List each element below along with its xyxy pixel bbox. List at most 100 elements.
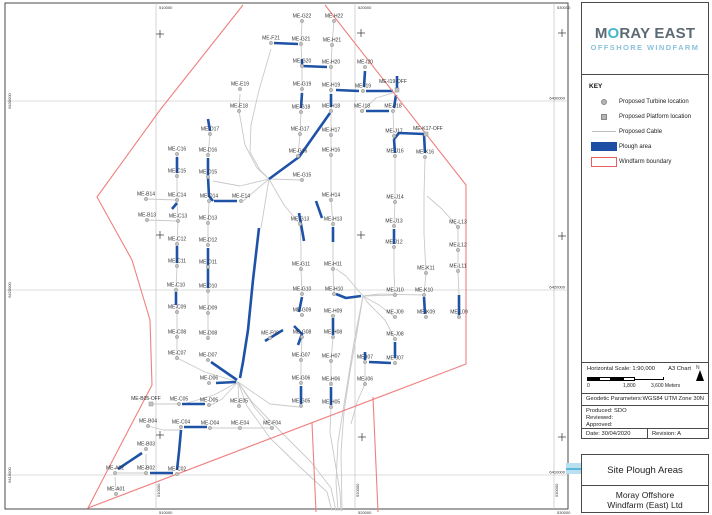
company-line2: Windfarm (East) Ltd xyxy=(607,500,683,510)
turbine-label: ME-H22 xyxy=(325,14,344,20)
turbine-label: ME-G17 xyxy=(291,127,310,133)
turbine-marker xyxy=(393,200,396,203)
turbine-marker xyxy=(363,360,366,363)
turbine-marker xyxy=(300,313,303,316)
chart-title: Site Plough Areas xyxy=(582,455,708,486)
turbine-marker xyxy=(392,224,395,227)
cable-line-icon xyxy=(592,131,616,132)
turbine-label: ME-H20 xyxy=(322,60,341,66)
turbine-label: ME-J12 xyxy=(385,240,402,246)
scale-bar xyxy=(587,377,664,381)
turbine-marker xyxy=(300,87,303,90)
turbine-label: ME-H05 xyxy=(322,400,341,406)
turbine-marker xyxy=(424,271,427,274)
turbine-label: ME-B13 xyxy=(138,213,156,219)
turbine-label: ME-K11 xyxy=(417,266,435,272)
turbine-label: ME-L12 xyxy=(449,243,467,249)
plough-area-segment xyxy=(336,90,359,91)
turbine-marker xyxy=(299,404,302,407)
turbine-label: ME-G16 xyxy=(289,149,308,155)
turbine-marker xyxy=(363,382,366,385)
turbine-label: ME-B02 xyxy=(137,466,155,472)
turbine-marker xyxy=(299,267,302,270)
turbine-marker xyxy=(113,471,116,474)
platform-label: ME-K17-OFF xyxy=(413,126,443,132)
key-label: Windfarm boundary xyxy=(619,159,671,165)
turbine-label: ME-G10 xyxy=(293,287,312,293)
turbine-marker xyxy=(146,424,149,427)
turbine-marker xyxy=(331,314,334,317)
turbine-label: ME-L09 xyxy=(450,310,468,316)
date-revision-row: Date: 30/04/2020 Revision: A xyxy=(582,428,708,439)
turbine-marker xyxy=(175,472,178,475)
turbine-marker-icon xyxy=(601,99,607,105)
turbine-label: ME-A01 xyxy=(107,487,125,493)
turbine-marker xyxy=(296,154,299,157)
turbine-marker xyxy=(179,425,182,428)
turbine-label: ME-G15 xyxy=(293,173,312,179)
geodetic-row: Geodetic Parameters: WGS84 UTM Zone 30N xyxy=(582,393,708,405)
logo-rest: RAY EAST xyxy=(619,25,695,42)
easting-label-top: 510000 xyxy=(159,5,173,10)
platform-label: ME-I19-OFF xyxy=(379,79,407,85)
turbine-label: ME-J17 xyxy=(385,129,402,135)
turbine-label: ME-C09 xyxy=(168,305,187,311)
logo-o-swoosh-icon: O xyxy=(608,25,620,42)
turbine-marker xyxy=(392,134,395,137)
platform-marker xyxy=(149,402,153,406)
turbine-marker xyxy=(299,42,302,45)
northing-label-right: 6420000 xyxy=(549,285,565,290)
key-label: Proposed Platform location xyxy=(619,114,691,120)
platform-marker-icon xyxy=(601,114,607,120)
turbine-marker xyxy=(329,65,332,68)
turbine-label: ME-C12 xyxy=(168,237,187,243)
turbine-label: ME-H06 xyxy=(322,377,341,383)
platform-marker xyxy=(395,88,399,92)
northing-label-left: 6430000 xyxy=(7,92,12,108)
turbine-marker xyxy=(300,178,303,181)
turbine-label: ME-K10 xyxy=(415,288,433,294)
north-arrow-triangle xyxy=(696,370,704,381)
key-label: Plough area xyxy=(619,144,651,150)
company-line1: Moray Offshore xyxy=(616,490,674,500)
date-label: Date: 30/04/2020 xyxy=(582,429,647,439)
turbine-marker xyxy=(391,109,394,112)
turbine-label: ME-I18 xyxy=(354,104,370,110)
turbine-marker xyxy=(392,245,395,248)
turbine-marker xyxy=(360,109,363,112)
turbine-label: ME-G13 xyxy=(291,217,310,223)
turbine-marker xyxy=(393,293,396,296)
turbine-label: ME-J16 xyxy=(386,149,403,155)
turbine-label: ME-B14 xyxy=(137,192,155,198)
turbine-label: ME-D07 xyxy=(199,353,218,359)
turbine-label: ME-J18 xyxy=(384,104,401,110)
easting-label-bottom: 510000 xyxy=(159,510,173,515)
turbine-marker xyxy=(329,88,332,91)
plough-area-segment xyxy=(216,382,236,383)
turbine-marker xyxy=(207,199,210,202)
logo-m: M xyxy=(595,25,608,42)
turbine-marker xyxy=(206,243,209,246)
boundary-swatch-icon xyxy=(591,157,617,167)
key-item-plough: Plough area xyxy=(589,142,701,151)
scale-tick-0: 0 xyxy=(587,383,590,389)
turbine-marker xyxy=(206,289,209,292)
turbine-label: ME-J10 xyxy=(386,288,403,294)
northing-label-left: 6410000 xyxy=(7,466,12,482)
chart-edge-mark xyxy=(566,463,581,474)
key-item-cable: Proposed Cable xyxy=(589,127,701,136)
easting-label-bottom: 520000 xyxy=(358,510,372,515)
turbine-marker xyxy=(206,336,209,339)
turbine-label: ME-H17 xyxy=(322,128,341,134)
turbine-label: ME-D04 xyxy=(201,421,220,427)
turbine-marker xyxy=(332,19,335,22)
logo-title: MORAY EAST xyxy=(595,26,695,42)
turbine-marker xyxy=(208,132,211,135)
turbine-label: ME-L13 xyxy=(449,220,467,226)
turbine-label: ME-C13 xyxy=(169,214,188,220)
turbine-marker xyxy=(393,315,396,318)
turbine-label: ME-H10 xyxy=(325,287,344,293)
turbine-marker xyxy=(175,152,178,155)
produced-row: Produced: SDO Reviewed: Approved: xyxy=(582,405,708,428)
easting-label-rotated: 530000 xyxy=(554,483,559,497)
